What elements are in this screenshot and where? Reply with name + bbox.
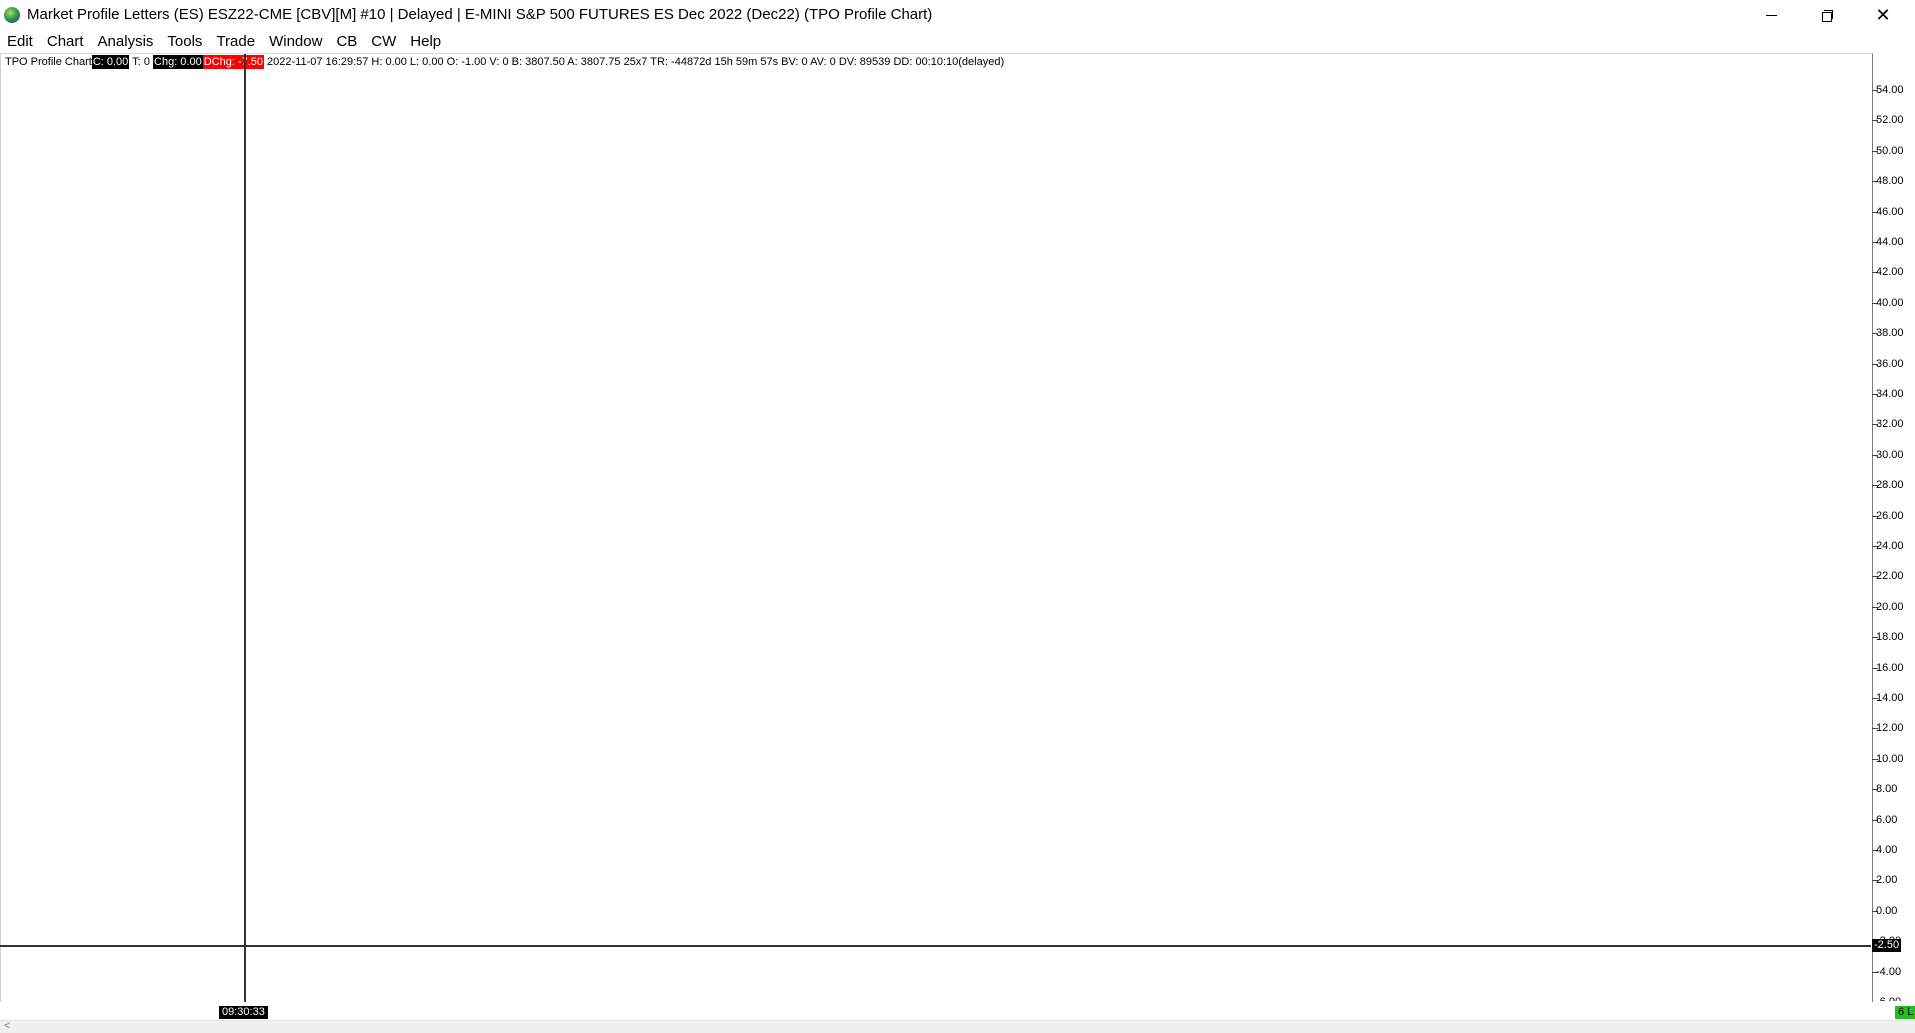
scroll-left-icon[interactable]: <: [4, 1020, 10, 1032]
axis-tick-label: 42.00: [1876, 266, 1904, 279]
menu-chart[interactable]: Chart: [40, 31, 91, 52]
menu-analysis[interactable]: Analysis: [91, 31, 161, 52]
axis-tick-label: 40.00: [1876, 296, 1904, 309]
axis-tick-label: 32.00: [1876, 418, 1904, 431]
menu-tools[interactable]: Tools: [160, 31, 209, 52]
axis-tick-label: 28.00: [1876, 479, 1904, 492]
close-icon: ✕: [1875, 5, 1891, 25]
axis-tick-label: 2.00: [1876, 874, 1898, 887]
crosshair-vertical: [244, 54, 246, 1002]
current-price-marker: -2.50: [1872, 939, 1902, 952]
globe-app-icon: [4, 7, 20, 23]
price-axis[interactable]: 54.00 52.00 50.00 48.00 46.00 44.00 42.00 40.00…: [1872, 53, 1915, 1001]
cursor-time-marker: 09:30:33: [219, 1006, 268, 1019]
axis-tick-label: 6.00: [1876, 813, 1898, 826]
axis-tick-label: 50.00: [1876, 144, 1904, 157]
chart-name: TPO Profile Chart: [5, 56, 92, 68]
title-bar: Market Profile Letters (ES) ESZ22-CME [C…: [0, 0, 1915, 30]
axis-tick-label: 18.00: [1876, 631, 1904, 644]
daily-change-value: DChg: -7.50: [202, 55, 265, 69]
status-badge: 6 L: [1895, 1006, 1915, 1019]
horizontal-scrollbar[interactable]: <: [0, 1020, 1915, 1033]
axis-tick-label: 16.00: [1876, 661, 1904, 674]
restore-button[interactable]: [1804, 0, 1850, 30]
axis-tick-label: 52.00: [1876, 114, 1904, 127]
axis-tick-label: 4.00: [1876, 844, 1898, 856]
chart-area[interactable]: [0, 53, 1873, 1002]
axis-tick-label: 26.00: [1876, 509, 1904, 522]
restore-icon: [1821, 9, 1833, 22]
axis-tick-label: 10.00: [1876, 752, 1904, 765]
change-value: Chg: 0.00: [153, 55, 203, 69]
menu-edit[interactable]: Edit: [0, 31, 40, 52]
axis-tick-label: 44.00: [1876, 236, 1904, 248]
window-title: Market Profile Letters (ES) ESZ22-CME [C…: [27, 6, 933, 23]
axis-tick-label: -4.00: [1876, 965, 1902, 978]
chart-details: 2022-11-07 16:29:57 H: 0.00 L: 0.00 O: -…: [267, 56, 1005, 68]
minimize-icon: [1765, 14, 1777, 16]
minimize-button[interactable]: [1748, 0, 1794, 30]
axis-tick-label: 8.00: [1876, 783, 1898, 796]
axis-tick-label: 36.00: [1876, 357, 1904, 370]
axis-tick-label: 34.00: [1876, 388, 1904, 400]
axis-tick-label: 38.00: [1876, 327, 1904, 340]
axis-tick-label: 22.00: [1876, 570, 1904, 583]
axis-tick-label: 12.00: [1876, 722, 1904, 735]
chart-info-line: TPO Profile Chart C: 0.00 T: 0 Chg: 0.00…: [5, 55, 1004, 69]
axis-tick-label: 0.00: [1876, 904, 1898, 917]
axis-tick-label: 14.00: [1876, 692, 1904, 704]
axis-tick-label: 48.00: [1876, 175, 1904, 188]
axis-tick-label: 30.00: [1876, 448, 1904, 461]
menu-bar: Edit Chart Analysis Tools Trade Window C…: [0, 31, 448, 52]
menu-help[interactable]: Help: [403, 31, 448, 52]
trades-value: T: 0: [132, 56, 151, 68]
axis-tick-label: 54.00: [1876, 84, 1904, 96]
crosshair-horizontal: [0, 945, 1871, 947]
axis-tick-label: -6.00: [1876, 996, 1901, 1001]
axis-tick-label: 46.00: [1876, 205, 1904, 218]
close-value: C: 0.00: [91, 55, 130, 69]
menu-trade[interactable]: Trade: [209, 31, 262, 52]
menu-cb[interactable]: CB: [329, 31, 364, 52]
axis-tick-label: 24.00: [1876, 540, 1904, 552]
axis-tick-label: 20.00: [1876, 600, 1904, 613]
menu-window[interactable]: Window: [262, 31, 329, 52]
menu-cw[interactable]: CW: [364, 31, 403, 52]
close-button[interactable]: ✕: [1860, 0, 1906, 30]
